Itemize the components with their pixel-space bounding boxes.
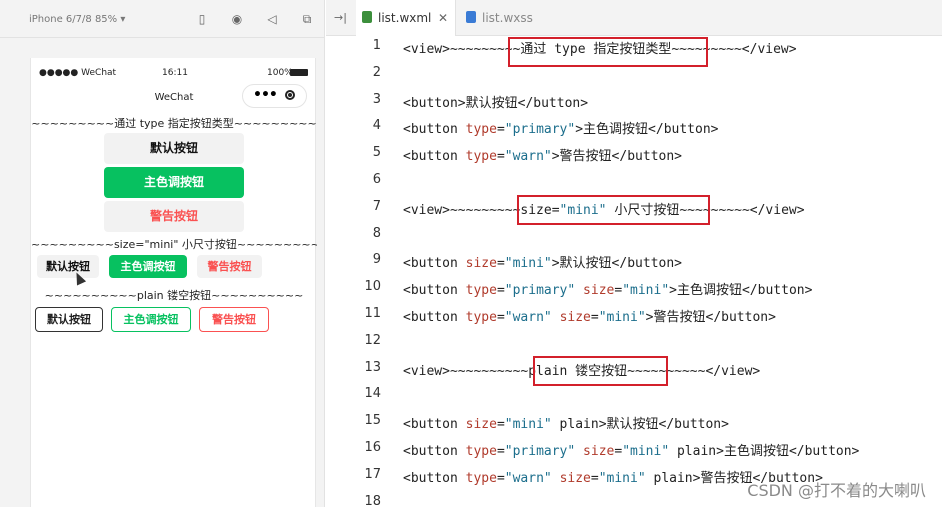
code-line[interactable]: 10 <button type="primary" size="mini">主色调…	[326, 279, 942, 306]
tab-label: list.wxss	[482, 11, 533, 25]
window-icon[interactable]: ⧉	[300, 12, 314, 26]
code-line[interactable]: 16 <button type="primary" size="mini" pla…	[326, 440, 942, 467]
code-text: <button>默认按钮</button>	[403, 95, 589, 111]
code-line[interactable]: 8	[326, 226, 942, 253]
code-line[interactable]: 11 <button type="warn" size="mini">警告按钮</…	[326, 306, 942, 333]
code-line[interactable]: 3 <button>默认按钮</button>	[326, 92, 942, 119]
editor-tabs: →| list.wxml ✕ list.wxss	[326, 0, 942, 36]
code-line[interactable]: 14	[326, 386, 942, 413]
code-text: <button size="mini" plain>默认按钮</button>	[403, 417, 729, 433]
primary-button[interactable]: 主色调按钮	[104, 167, 244, 198]
line-number: 4	[372, 118, 381, 134]
battery-percent: 100%	[267, 68, 293, 78]
warn-button[interactable]: 警告按钮	[104, 201, 244, 232]
wxml-file-icon	[362, 11, 372, 23]
view-header-mini: ~~~~~~~~~size="mini" 小尺寸按钮~~~~~~~~~	[31, 238, 317, 251]
code-editor: →| list.wxml ✕ list.wxss 1 <view>~~~~~~~~…	[326, 0, 942, 509]
line-number: 1	[372, 38, 381, 53]
line-number: 3	[372, 91, 381, 107]
mini-warn-button[interactable]: 警告按钮	[197, 255, 262, 278]
highlight-box	[508, 37, 708, 67]
code-text: <button type="primary">主色调按钮</button>	[403, 122, 719, 138]
clock: 16:11	[162, 68, 188, 78]
battery-icon	[290, 69, 308, 76]
line-number: 8	[372, 225, 381, 241]
line-number: 15	[364, 413, 381, 429]
carrier-label: ●●●●● WeChat	[39, 68, 117, 78]
status-bar: ●●●●● WeChat 16:11 100%	[31, 58, 317, 80]
plain-default-button[interactable]: 默认按钮	[35, 307, 103, 332]
volume-icon[interactable]: ◁	[265, 12, 279, 26]
watermark: CSDN @打不着的大喇叭	[747, 481, 926, 500]
code-line[interactable]: 2	[326, 65, 942, 92]
close-miniprogram-icon[interactable]	[285, 90, 295, 100]
line-number: 12	[364, 332, 381, 348]
code-text: <button size="mini">默认按钮</button>	[403, 256, 683, 272]
code-text: <button type="primary" size="mini">主色调按钮…	[403, 283, 813, 299]
wxss-file-icon	[466, 11, 476, 23]
code-line[interactable]: 5 <button type="warn">警告按钮</button>	[326, 145, 942, 172]
line-number: 6	[372, 172, 381, 187]
simulator-toolbar: iPhone 6/7/8 85% ▾ ▯ ◉ ◁ ⧉	[0, 0, 325, 38]
code-line[interactable]: 15 <button size="mini" plain>默认按钮</button…	[326, 413, 942, 440]
plain-warn-button[interactable]: 警告按钮	[199, 307, 269, 332]
split-editor-icon[interactable]: →|	[334, 11, 347, 24]
line-number: 5	[372, 145, 381, 161]
line-number: 18	[364, 493, 381, 509]
close-icon[interactable]: ✕	[438, 0, 448, 36]
line-number: 13	[364, 359, 381, 375]
code-text: <button type="primary" size="mini" plain…	[403, 444, 860, 459]
record-icon[interactable]: ◉	[230, 12, 244, 26]
view-header-type: ~~~~~~~~~通过 type 指定按钮类型~~~~~~~~~	[31, 117, 317, 130]
highlight-box	[517, 195, 710, 225]
device-select[interactable]: iPhone 6/7/8 85% ▾	[29, 14, 125, 25]
code-text: <button type="warn">警告按钮</button>	[403, 149, 683, 165]
line-number: 7	[372, 198, 381, 214]
code-text: <button type="warn" size="mini">警告按钮</bu…	[403, 310, 776, 325]
line-number: 10	[364, 279, 381, 295]
code-line[interactable]: 4 <button type="primary">主色调按钮</button>	[326, 118, 942, 145]
phone-icon[interactable]: ▯	[195, 12, 209, 26]
simulator-panel: iPhone 6/7/8 85% ▾ ▯ ◉ ◁ ⧉ ●●●●● WeChat …	[0, 0, 325, 507]
view-header-plain: ~~~~~~~~~~plain 镂空按钮~~~~~~~~~~	[44, 289, 304, 302]
mini-default-button[interactable]: 默认按钮	[37, 255, 99, 278]
phone-screen: ●●●●● WeChat 16:11 100% WeChat ••• ~~~~~…	[30, 58, 317, 507]
line-number: 14	[364, 386, 381, 402]
line-number: 16	[364, 440, 381, 455]
line-number: 9	[372, 252, 381, 268]
capsule-menu[interactable]: •••	[242, 84, 307, 108]
line-number: 2	[372, 64, 381, 80]
mini-primary-button[interactable]: 主色调按钮	[109, 255, 187, 278]
default-button[interactable]: 默认按钮	[104, 133, 244, 164]
more-icon[interactable]: •••	[253, 87, 278, 103]
highlight-box	[533, 356, 668, 386]
line-number: 17	[364, 466, 381, 482]
plain-primary-button[interactable]: 主色调按钮	[111, 307, 191, 332]
tab-list-wxml[interactable]: list.wxml ✕	[356, 0, 456, 36]
tab-list-wxss[interactable]: list.wxss	[456, 0, 556, 36]
tab-label: list.wxml	[378, 11, 432, 25]
code-line[interactable]: 9 <button size="mini">默认按钮</button>	[326, 252, 942, 279]
line-number: 11	[364, 306, 381, 321]
